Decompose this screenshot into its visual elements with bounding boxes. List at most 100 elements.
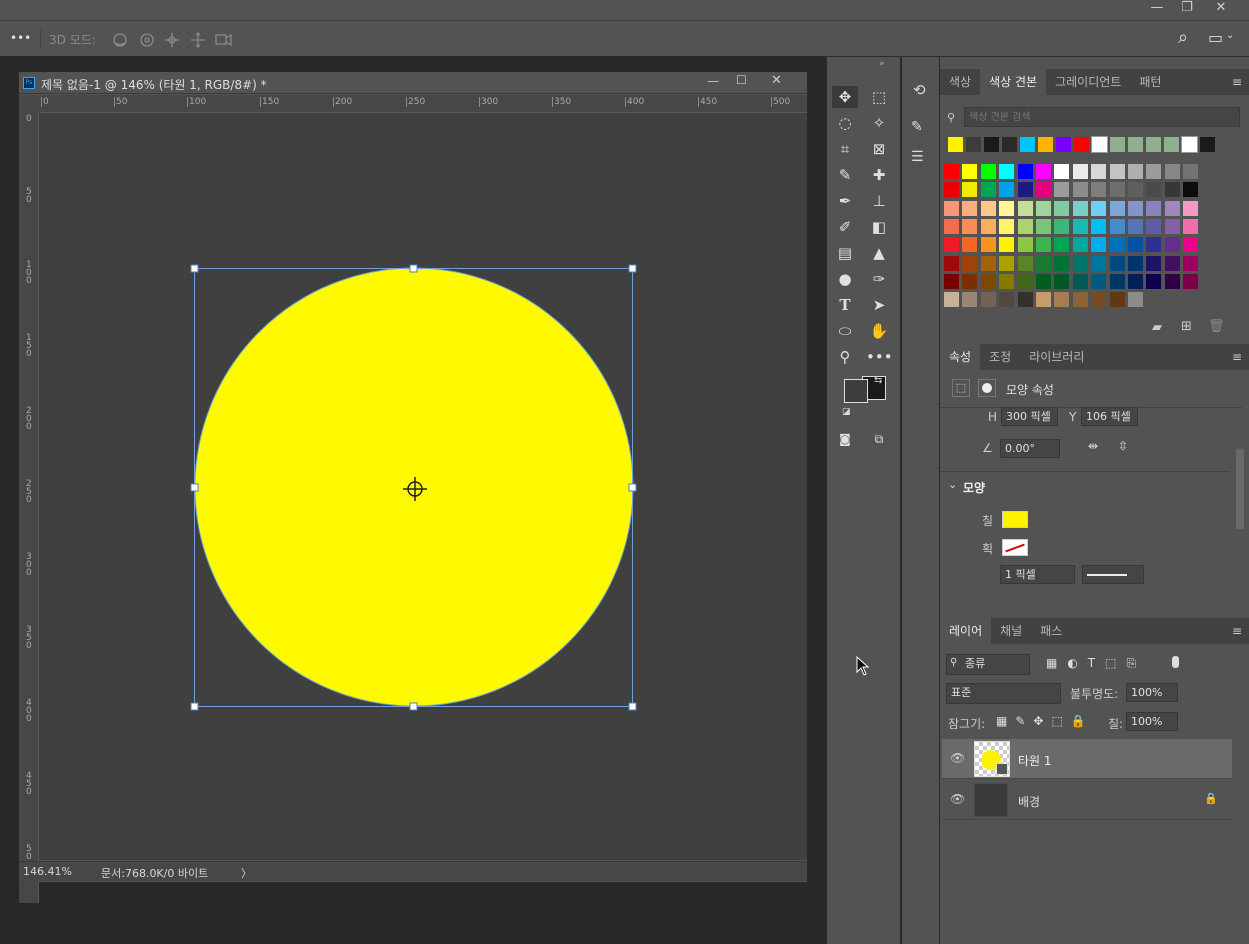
minimize-button[interactable]: — (1142, 0, 1172, 18)
swatch[interactable] (1072, 273, 1088, 289)
swatch[interactable] (1017, 182, 1033, 198)
swatch[interactable] (1146, 182, 1162, 198)
stroke-type-select[interactable] (1082, 565, 1144, 584)
hand-tool[interactable]: ✋ (866, 320, 892, 342)
swatch[interactable] (999, 200, 1015, 216)
close-button[interactable]: ✕ (1206, 0, 1236, 18)
swatch[interactable] (1036, 237, 1051, 253)
swatch[interactable] (999, 292, 1015, 308)
swatch[interactable] (1109, 273, 1125, 289)
swatch[interactable] (1109, 218, 1125, 234)
canvas[interactable] (39, 113, 807, 860)
swatch[interactable] (944, 273, 959, 289)
swatch[interactable] (1128, 164, 1143, 179)
edit-toolbar-button[interactable]: ••• (866, 346, 893, 368)
swatch[interactable] (966, 137, 981, 152)
swatch[interactable] (999, 164, 1015, 179)
fill-field[interactable]: 100% (1126, 712, 1178, 731)
layer-filter-select[interactable]: 종류 (946, 654, 1030, 675)
swatch[interactable] (1164, 218, 1180, 234)
doc-close-button[interactable]: ✕ (771, 73, 782, 88)
type-tool[interactable]: T (832, 294, 858, 316)
blur-tool[interactable]: ▲ (866, 242, 892, 264)
swatch[interactable] (1183, 255, 1199, 271)
swatch[interactable] (1164, 273, 1180, 289)
mask-icon[interactable] (978, 379, 996, 397)
ruler-horizontal[interactable]: 0 50 100 150 200 250 300 350 400 450 500 (39, 95, 807, 113)
swatch[interactable] (1146, 273, 1162, 289)
swatch[interactable] (1017, 255, 1033, 271)
tab-paths[interactable]: 패스 (1031, 618, 1071, 644)
swatch[interactable] (980, 164, 996, 179)
gradient-tool[interactable]: ▤ (832, 242, 858, 264)
doc-maximize-button[interactable]: ☐ (736, 73, 747, 87)
swatch[interactable] (1056, 137, 1071, 152)
swatch[interactable] (1036, 255, 1051, 271)
swatch[interactable] (1072, 237, 1088, 253)
brush-settings-icon[interactable]: ✎ (911, 119, 923, 135)
swatch[interactable] (962, 292, 978, 308)
zoom-level[interactable]: 146.41% (23, 865, 72, 878)
layer-name[interactable]: 배경 (1018, 793, 1040, 810)
swatch[interactable] (999, 218, 1015, 234)
opacity-field[interactable]: 100% (1126, 683, 1178, 702)
workspace-icon[interactable]: ▭ (1208, 28, 1223, 47)
swatch[interactable] (1072, 292, 1088, 308)
trash-icon[interactable]: 🗑 (1208, 319, 1225, 334)
chevron-down-icon[interactable]: ⌄ (948, 478, 957, 491)
swatch[interactable] (1072, 255, 1088, 271)
swatch[interactable] (1146, 200, 1162, 216)
lock-icons[interactable]: ▦✎✥⬚🔒 (996, 714, 1094, 728)
doc-minimize-button[interactable]: — (707, 74, 719, 88)
swatch[interactable] (962, 182, 978, 198)
swatch[interactable] (1109, 237, 1125, 253)
zoom-tool[interactable]: ⚲ (832, 346, 858, 368)
swatch[interactable] (980, 182, 996, 198)
tab-swatches[interactable]: 색상 견본 (980, 69, 1047, 95)
swatch[interactable] (999, 237, 1015, 253)
swatch[interactable] (1164, 182, 1180, 198)
screen-mode-icon[interactable]: ⧉ (866, 428, 892, 450)
search-icon[interactable]: ⌕ (1178, 27, 1188, 48)
swatch[interactable] (1091, 292, 1107, 308)
swatch[interactable] (1054, 200, 1070, 216)
swatch[interactable] (1183, 218, 1199, 234)
swatch[interactable] (1183, 182, 1199, 198)
swatch[interactable] (1128, 200, 1143, 216)
angle-field[interactable]: 0.00° (1000, 439, 1060, 458)
canvas-area[interactable] (39, 113, 807, 860)
swatch[interactable] (1146, 255, 1162, 271)
swatch[interactable] (944, 164, 959, 179)
swatch[interactable] (1054, 255, 1070, 271)
status-arrow-button[interactable]: 〉 (241, 865, 252, 881)
swatch[interactable] (1109, 200, 1125, 216)
swatch[interactable] (1183, 164, 1199, 179)
swatch[interactable] (1091, 200, 1107, 216)
magic-wand-tool[interactable]: ✧ (866, 112, 892, 134)
stamp-tool[interactable]: ⊥ (866, 190, 892, 212)
swatch[interactable] (1054, 218, 1070, 234)
swatch[interactable] (1128, 237, 1143, 253)
swatch[interactable] (1146, 218, 1162, 234)
swatch[interactable] (1109, 292, 1125, 308)
swatch[interactable] (1072, 182, 1088, 198)
ellipse-tool[interactable]: ⬭ (832, 320, 858, 342)
roll-icon[interactable] (140, 33, 154, 47)
swatch[interactable] (1072, 218, 1088, 234)
slide-icon[interactable] (191, 32, 205, 48)
swatch[interactable] (1091, 218, 1107, 234)
pen-tool[interactable]: ✑ (866, 268, 892, 290)
more-options-button[interactable]: ••• (10, 31, 31, 45)
swatch[interactable] (1091, 237, 1107, 253)
swatch[interactable] (1017, 273, 1033, 289)
swatch[interactable] (1036, 200, 1051, 216)
layer-row-background[interactable]: 👁 배경 🔒 (942, 780, 1232, 820)
document-title-bar[interactable]: Ps 제목 없음-1 @ 146% (타원 1, RGB/8#) * — ☐ ✕ (19, 72, 807, 94)
swatch[interactable] (1109, 164, 1125, 179)
eyedropper-tool[interactable]: ✎ (832, 164, 858, 186)
swatch[interactable] (944, 182, 959, 198)
swatch[interactable] (980, 200, 996, 216)
swatch[interactable] (1036, 182, 1051, 198)
swatch[interactable] (962, 237, 978, 253)
swatch[interactable] (1109, 182, 1125, 198)
